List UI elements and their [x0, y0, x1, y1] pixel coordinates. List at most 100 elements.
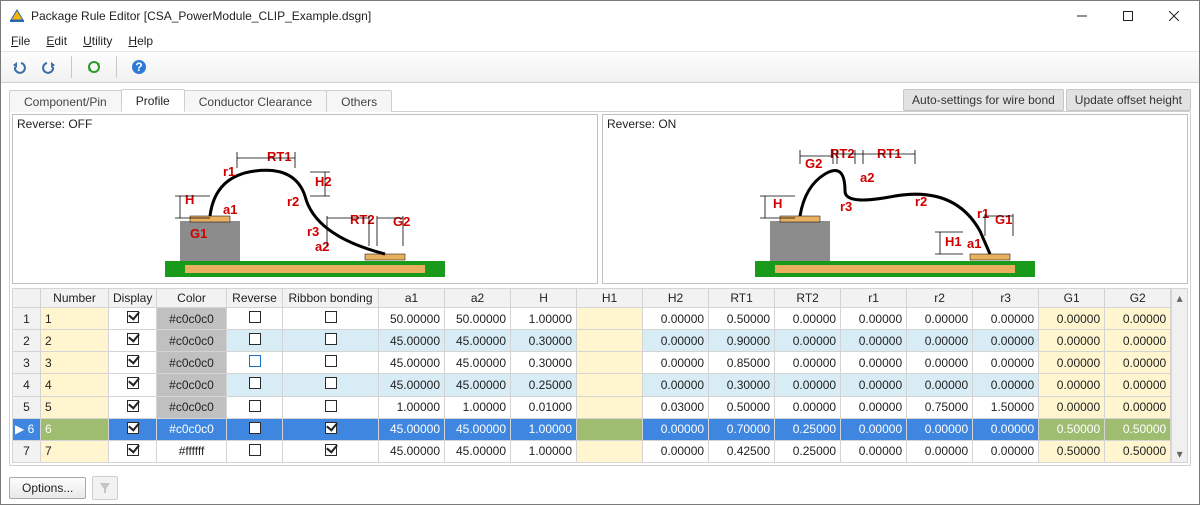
cell-G2[interactable]: 0.00000: [1105, 396, 1171, 418]
cell-H1[interactable]: [577, 352, 643, 374]
cell-G1[interactable]: 0.00000: [1039, 308, 1105, 330]
cell-H1[interactable]: [577, 308, 643, 330]
close-button[interactable]: [1151, 1, 1197, 31]
cell-color[interactable]: #c0c0c0: [157, 418, 227, 440]
cell-ribbon[interactable]: [283, 330, 379, 352]
cell-reverse[interactable]: [227, 308, 283, 330]
cell-a2[interactable]: 45.00000: [445, 330, 511, 352]
cell-a1[interactable]: 1.00000: [379, 396, 445, 418]
cell-G2[interactable]: 0.00000: [1105, 352, 1171, 374]
table-row[interactable]: ▶ 66#c0c0c045.0000045.000001.000000.0000…: [13, 418, 1171, 440]
tab-profile[interactable]: Profile: [121, 89, 185, 112]
cell-RT2[interactable]: 0.00000: [775, 374, 841, 396]
cell-G1[interactable]: 0.00000: [1039, 396, 1105, 418]
col-a1[interactable]: a1: [379, 289, 445, 308]
col-a2[interactable]: a2: [445, 289, 511, 308]
undo-button[interactable]: [7, 55, 31, 79]
cell-G2[interactable]: 0.00000: [1105, 374, 1171, 396]
table-scrollbar[interactable]: ▴ ▾: [1171, 288, 1188, 463]
cell-ribbon[interactable]: [283, 374, 379, 396]
col-r3[interactable]: r3: [973, 289, 1039, 308]
scroll-down-icon[interactable]: ▾: [1172, 445, 1187, 462]
cell-ribbon[interactable]: [283, 440, 379, 462]
cell-RT2[interactable]: 0.25000: [775, 418, 841, 440]
cell-H2[interactable]: 0.00000: [643, 352, 709, 374]
table-row[interactable]: 33#c0c0c045.0000045.000000.300000.000000…: [13, 352, 1171, 374]
col-r2[interactable]: r2: [907, 289, 973, 308]
table-row[interactable]: 55#c0c0c01.000001.000000.010000.030000.5…: [13, 396, 1171, 418]
cell-r3[interactable]: 0.00000: [973, 330, 1039, 352]
cell-r2[interactable]: 0.00000: [907, 352, 973, 374]
cell-H2[interactable]: 0.00000: [643, 418, 709, 440]
cell-ribbon[interactable]: [283, 396, 379, 418]
cell-G1[interactable]: 0.50000: [1039, 440, 1105, 462]
cell-a1[interactable]: 45.00000: [379, 440, 445, 462]
cell-a2[interactable]: 50.00000: [445, 308, 511, 330]
cell-G2[interactable]: 0.00000: [1105, 308, 1171, 330]
cell-r1[interactable]: 0.00000: [841, 418, 907, 440]
cell-ribbon[interactable]: [283, 418, 379, 440]
tab-conductor-clearance[interactable]: Conductor Clearance: [184, 90, 327, 112]
cell-H[interactable]: 0.25000: [511, 374, 577, 396]
menu-help[interactable]: Help: [122, 32, 159, 50]
cell-a1[interactable]: 45.00000: [379, 330, 445, 352]
table-row[interactable]: 77#ffffff45.0000045.000001.000000.000000…: [13, 440, 1171, 462]
cell-r3[interactable]: 1.50000: [973, 396, 1039, 418]
cell-reverse[interactable]: [227, 440, 283, 462]
cell-H[interactable]: 1.00000: [511, 308, 577, 330]
col-number[interactable]: Number: [41, 289, 109, 308]
cell-reverse[interactable]: [227, 418, 283, 440]
cell-number[interactable]: 4: [41, 374, 109, 396]
cell-RT1[interactable]: 0.30000: [709, 374, 775, 396]
cell-H2[interactable]: 0.00000: [643, 330, 709, 352]
table-row[interactable]: 11#c0c0c050.0000050.000001.000000.000000…: [13, 308, 1171, 330]
cell-RT2[interactable]: 0.00000: [775, 308, 841, 330]
cell-r1[interactable]: 0.00000: [841, 308, 907, 330]
cell-r2[interactable]: 0.00000: [907, 308, 973, 330]
cell-display[interactable]: [109, 374, 157, 396]
cell-H1[interactable]: [577, 396, 643, 418]
col-r1[interactable]: r1: [841, 289, 907, 308]
cell-r1[interactable]: 0.00000: [841, 374, 907, 396]
cell-RT1[interactable]: 0.70000: [709, 418, 775, 440]
cell-r2[interactable]: 0.00000: [907, 330, 973, 352]
col-H2[interactable]: H2: [643, 289, 709, 308]
cell-RT1[interactable]: 0.85000: [709, 352, 775, 374]
table-row[interactable]: 22#c0c0c045.0000045.000000.300000.000000…: [13, 330, 1171, 352]
cell-color[interactable]: #c0c0c0: [157, 396, 227, 418]
cell-G1[interactable]: 0.50000: [1039, 418, 1105, 440]
cell-a1[interactable]: 45.00000: [379, 352, 445, 374]
options-button[interactable]: Options...: [9, 477, 86, 499]
col-G1[interactable]: G1: [1039, 289, 1105, 308]
col-H[interactable]: H: [511, 289, 577, 308]
cell-H2[interactable]: 0.00000: [643, 374, 709, 396]
cell-H[interactable]: 0.30000: [511, 352, 577, 374]
cell-RT2[interactable]: 0.25000: [775, 440, 841, 462]
cell-r3[interactable]: 0.00000: [973, 308, 1039, 330]
cell-G2[interactable]: 0.50000: [1105, 440, 1171, 462]
cell-display[interactable]: [109, 396, 157, 418]
help-button[interactable]: ?: [127, 55, 151, 79]
cell-r1[interactable]: 0.00000: [841, 352, 907, 374]
cell-G1[interactable]: 0.00000: [1039, 374, 1105, 396]
cell-a1[interactable]: 50.00000: [379, 308, 445, 330]
cell-display[interactable]: [109, 330, 157, 352]
tab-others[interactable]: Others: [326, 90, 392, 112]
cell-r2[interactable]: 0.75000: [907, 396, 973, 418]
cell-r1[interactable]: 0.00000: [841, 440, 907, 462]
cell-G1[interactable]: 0.00000: [1039, 330, 1105, 352]
cell-RT1[interactable]: 0.90000: [709, 330, 775, 352]
cell-display[interactable]: [109, 418, 157, 440]
cell-number[interactable]: 3: [41, 352, 109, 374]
cell-a2[interactable]: 45.00000: [445, 374, 511, 396]
cell-number[interactable]: 5: [41, 396, 109, 418]
col-ribbon[interactable]: Ribbon bonding: [283, 289, 379, 308]
cell-G1[interactable]: 0.00000: [1039, 352, 1105, 374]
cell-a2[interactable]: 1.00000: [445, 396, 511, 418]
refresh-button[interactable]: [82, 55, 106, 79]
cell-r1[interactable]: 0.00000: [841, 396, 907, 418]
cell-RT1[interactable]: 0.50000: [709, 308, 775, 330]
cell-color[interactable]: #c0c0c0: [157, 352, 227, 374]
cell-H1[interactable]: [577, 418, 643, 440]
cell-RT1[interactable]: 0.42500: [709, 440, 775, 462]
